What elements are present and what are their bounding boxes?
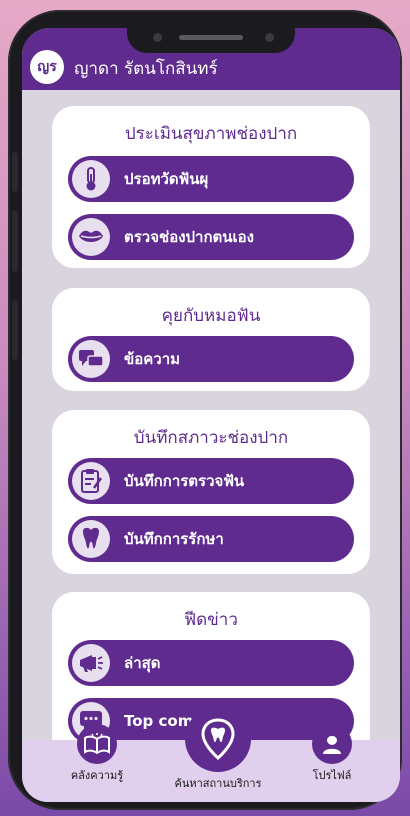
nav-label: คลังความรู้ xyxy=(70,769,124,782)
megaphone-icon xyxy=(72,644,110,682)
button-label: ล่าสุด xyxy=(124,654,161,672)
nav-find-service[interactable]: ค้นหาสถานบริการ xyxy=(168,706,268,792)
speaker-grille xyxy=(179,35,243,40)
tooth-location-pin-icon xyxy=(185,706,251,772)
button-label: ปรอทวัดฟันผุ xyxy=(124,170,209,188)
button-label: บันทึกการรักษา xyxy=(124,530,224,548)
messages-button[interactable]: ข้อความ xyxy=(68,336,354,382)
app-screen: ญร ญาดา รัตนโกสินทร์ ประเมินสุขภาพช่องปา… xyxy=(22,28,400,802)
power-button xyxy=(12,300,18,360)
card-title: บันทึกสภาวะช่องปาก xyxy=(133,428,289,448)
card-title: คุยกับหมอฟัน xyxy=(161,306,261,326)
card-title: ฟีดข่าว xyxy=(184,610,238,630)
phone-notch xyxy=(127,23,295,53)
card-title: ประเมินสุขภาพช่องปาก xyxy=(124,124,298,144)
card-chat-dentist: คุยกับหมอฟัน ข้อความ xyxy=(52,288,370,391)
button-label: ข้อความ xyxy=(124,350,181,368)
nav-label: โปรไฟล์ xyxy=(312,769,352,782)
nav-label: ค้นหาสถานบริการ xyxy=(174,777,262,790)
nav-knowledge[interactable]: คลังความรู้ xyxy=(62,724,132,784)
caries-thermometer-button[interactable]: ปรอทวัดฟันผุ xyxy=(68,156,354,202)
dental-exam-record-button[interactable]: บันทึกการตรวจฟัน xyxy=(68,458,354,504)
volume-up-button xyxy=(12,152,18,192)
button-label: ตรวจช่องปากตนเอง xyxy=(124,228,255,246)
sensor-dot xyxy=(265,33,274,42)
app-logo: ญร xyxy=(30,50,64,84)
chat-bubbles-icon xyxy=(72,340,110,378)
latest-news-button[interactable]: ล่าสุด xyxy=(68,640,354,686)
user-name: ญาดา รัตนโกสินทร์ xyxy=(74,59,218,79)
camera-dot xyxy=(153,33,162,42)
thermometer-icon xyxy=(72,160,110,198)
card-oral-assessment: ประเมินสุขภาพช่องปาก ปรอทวัดฟันผุ ตรวจช่… xyxy=(52,106,370,268)
book-icon xyxy=(77,724,117,764)
self-oral-exam-button[interactable]: ตรวจช่องปากตนเอง xyxy=(68,214,354,260)
nav-profile[interactable]: โปรไฟล์ xyxy=(304,724,360,784)
user-profile-icon xyxy=(312,724,352,764)
bottom-navigation: คลังความรู้ ค้นหาสถานบริการ โปรไฟล์ xyxy=(22,706,400,802)
button-label: บันทึกการตรวจฟัน xyxy=(124,472,245,490)
volume-down-button xyxy=(12,210,18,272)
card-oral-record: บันทึกสภาวะช่องปาก บันทึกการตรวจฟัน บันท… xyxy=(52,410,370,574)
clipboard-icon xyxy=(72,462,110,500)
treatment-record-button[interactable]: บันทึกการรักษา xyxy=(68,516,354,562)
lips-icon xyxy=(72,218,110,256)
tooth-icon xyxy=(72,520,110,558)
main-content: ประเมินสุขภาพช่องปาก ปรอทวัดฟันผุ ตรวจช่… xyxy=(22,90,400,772)
